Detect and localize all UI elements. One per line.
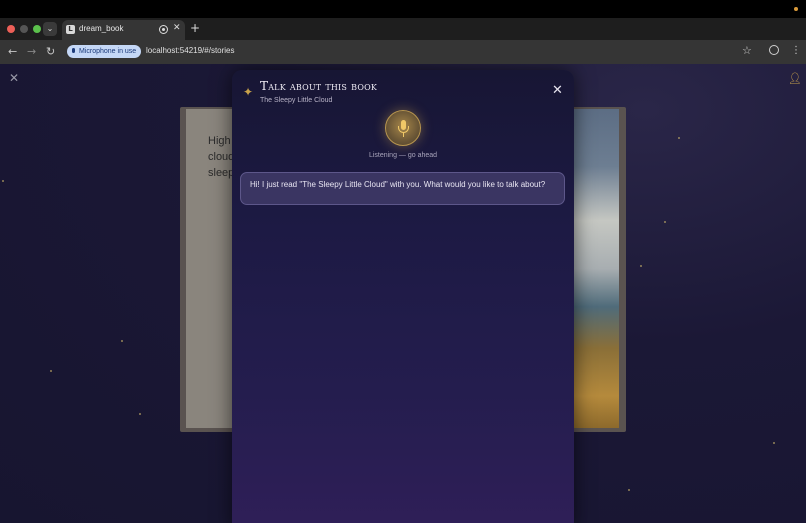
back-arrow-icon[interactable]: ← [8,45,17,58]
window-minimize-button[interactable] [20,25,28,33]
book-illustration [573,109,619,428]
star-decoration [664,221,666,223]
talk-about-book-dialog: ✦ Talk about this book The Sleepy Little… [232,70,574,523]
browser-toolbar: ← → ↻ Microphone in use localhost:54219/… [0,40,806,64]
story-page: ✕ 👤︎ High cloud sleep ✦ Talk about this … [0,64,806,523]
dialog-title: Talk about this book [260,79,378,93]
menu-kebab-icon[interactable]: ⋮ [791,45,801,56]
voice-settings-icon[interactable]: 👤︎ [788,72,802,85]
browser-tab[interactable]: L dream_book ✕ [62,20,185,40]
star-decoration [773,442,775,444]
window-maximize-button[interactable] [33,25,41,33]
bookmark-star-icon[interactable]: ☆ [742,44,752,57]
favicon-icon: L [66,25,75,34]
star-decoration [2,180,4,182]
star-decoration [50,370,52,372]
star-decoration [121,340,123,342]
profile-icon[interactable] [769,45,779,55]
tab-close-icon[interactable]: ✕ [173,23,181,33]
book-text: High cloud sleep [208,135,235,179]
close-icon[interactable]: ✕ [552,83,563,98]
star-decoration [628,489,630,491]
listening-status: Listening — go ahead [368,152,438,159]
close-story-icon[interactable]: ✕ [9,71,19,85]
dialog-subtitle: The Sleepy Little Cloud [260,97,333,104]
microphone-icon [72,48,75,53]
tab-title: dream_book [79,24,124,33]
new-tab-button[interactable]: + [190,21,200,35]
star-decoration [678,137,680,139]
recording-icon [159,25,168,34]
star-decoration [139,413,141,415]
tab-strip: ⌄ L dream_book ✕ + [0,18,806,40]
star-decoration [640,265,642,267]
sparkle-icon: ✦ [243,85,254,99]
microphone-button[interactable] [385,110,421,146]
microphone-in-use-indicator[interactable]: Microphone in use [67,45,141,58]
forward-arrow-icon[interactable]: → [27,45,36,58]
address-bar[interactable]: localhost:54219/#/stories [146,46,235,55]
window-close-button[interactable] [7,25,15,33]
status-dot [794,7,798,11]
mic-indicator-label: Microphone in use [79,48,137,55]
assistant-message: Hi! I just read "The Sleepy Little Cloud… [240,172,565,205]
reload-icon[interactable]: ↻ [46,45,55,58]
tab-search-icon[interactable]: ⌄ [43,22,57,36]
os-menubar [0,0,806,18]
